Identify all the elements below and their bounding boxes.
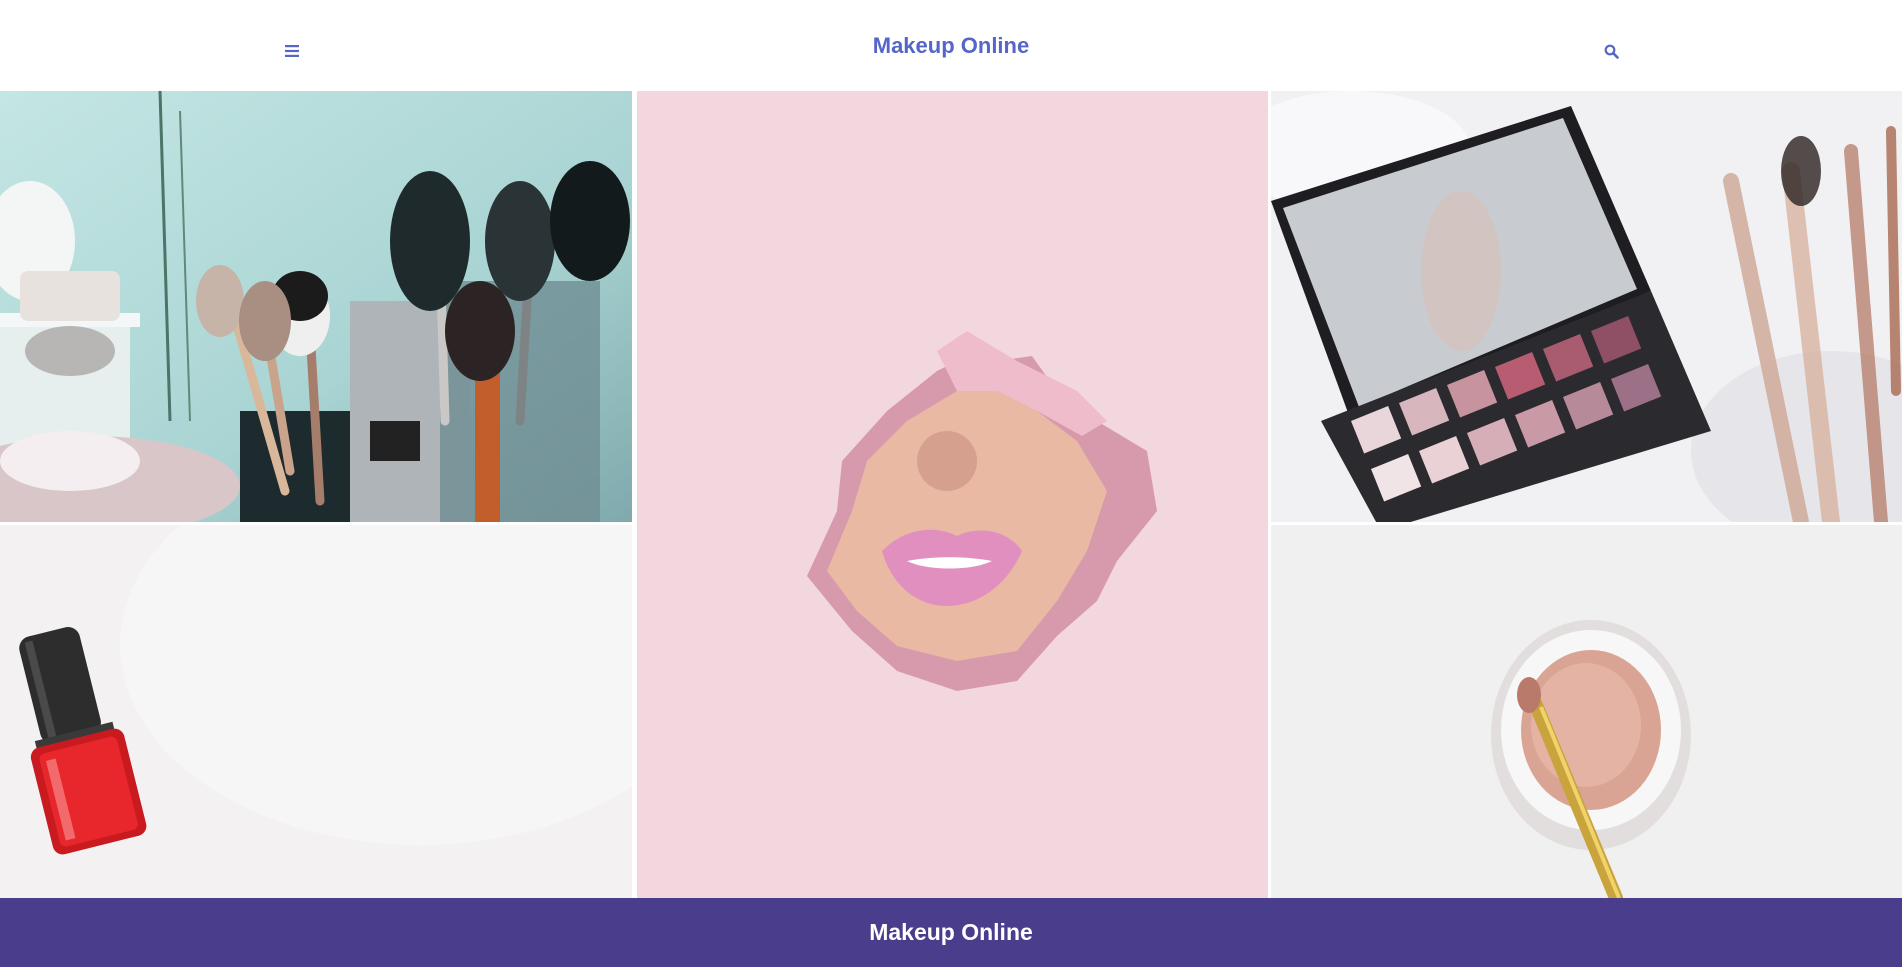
search-icon xyxy=(1604,44,1619,59)
search-button[interactable] xyxy=(1600,40,1622,62)
palette-photo xyxy=(1271,91,1902,522)
lips-photo xyxy=(637,91,1268,898)
site-footer: Makeup Online xyxy=(0,898,1902,967)
gallery-image-nail-polish[interactable] xyxy=(0,525,632,898)
powder-photo xyxy=(1271,525,1902,898)
gallery-image-lips[interactable] xyxy=(637,91,1268,898)
gallery-image-palette[interactable] xyxy=(1271,91,1902,522)
nail-polish-photo xyxy=(0,525,632,898)
gallery-image-brushes[interactable] xyxy=(0,91,632,522)
footer-title: Makeup Online xyxy=(869,919,1033,945)
gallery-image-powder[interactable] xyxy=(1271,525,1902,898)
brushes-photo xyxy=(0,91,632,522)
site-header: Makeup Online xyxy=(0,0,1902,91)
